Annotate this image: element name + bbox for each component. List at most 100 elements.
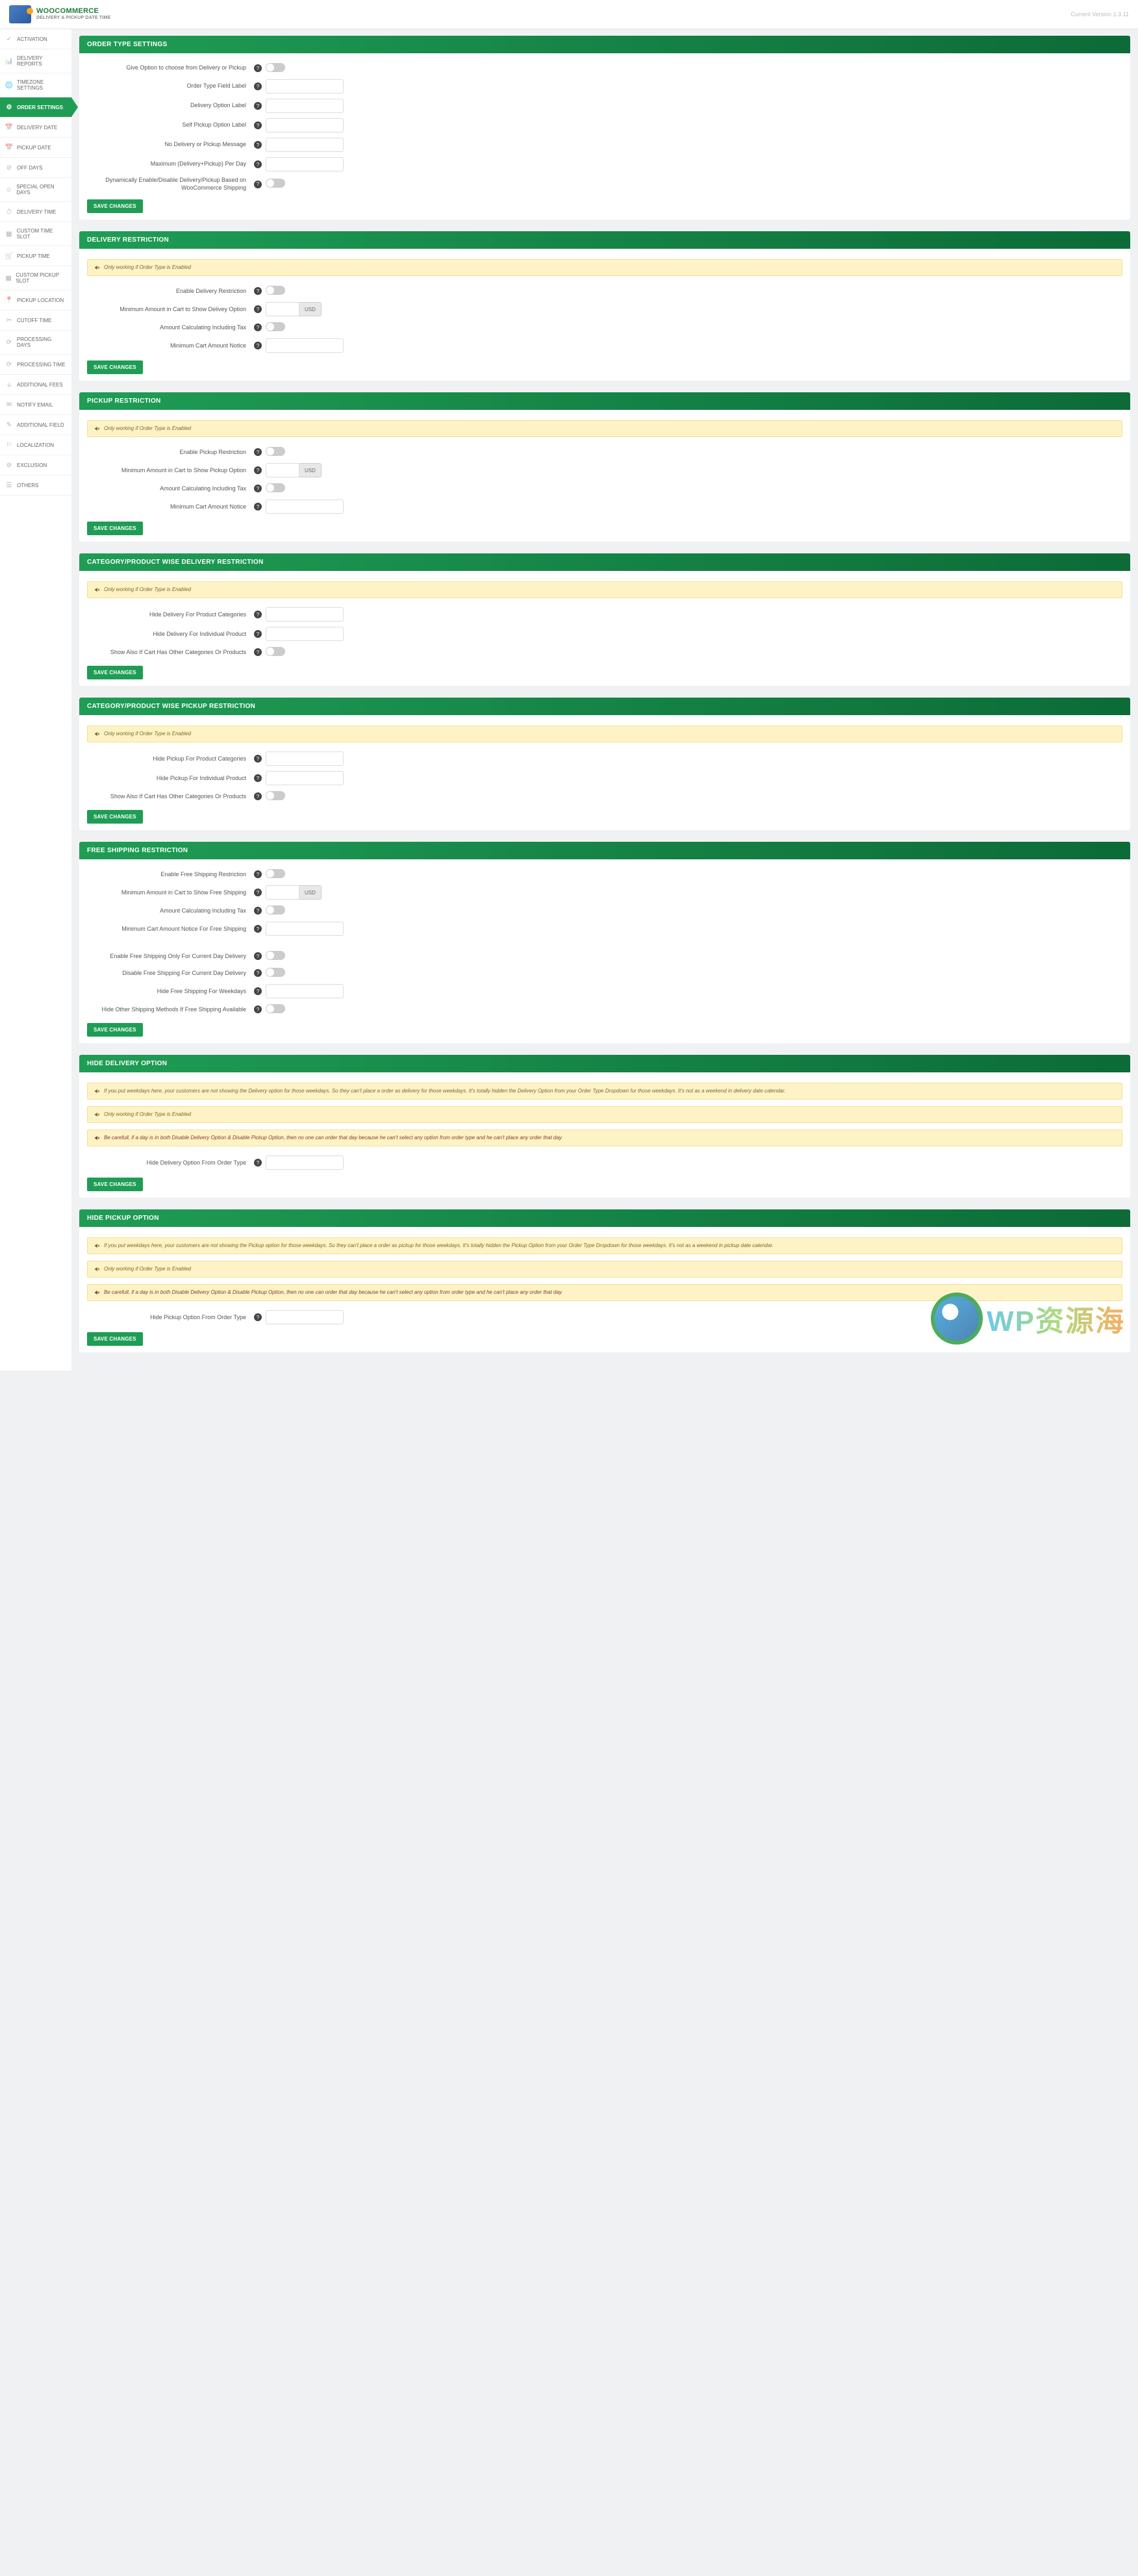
sidebar-item-delivery-reports[interactable]: 📊DELIVERY REPORTS: [0, 49, 71, 73]
help-icon[interactable]: ?: [254, 952, 262, 960]
version-text: Current Version 1.3.11: [1071, 11, 1129, 18]
toggle-switch[interactable]: [266, 951, 285, 960]
nav-icon: 📊: [5, 57, 13, 65]
text-input[interactable]: [266, 627, 344, 641]
help-icon[interactable]: ?: [254, 64, 262, 72]
text-input[interactable]: [266, 99, 344, 113]
help-icon[interactable]: ?: [254, 323, 262, 331]
help-icon[interactable]: ?: [254, 1313, 262, 1321]
save-button[interactable]: SAVE CHANGES: [87, 1332, 143, 1346]
toggle-switch[interactable]: [266, 905, 285, 915]
toggle-switch[interactable]: [266, 447, 285, 456]
help-icon[interactable]: ?: [254, 121, 262, 129]
help-icon[interactable]: ?: [254, 342, 262, 349]
sidebar-item-cutoff-time[interactable]: ✂CUTOFF TIME: [0, 310, 71, 331]
help-icon[interactable]: ?: [254, 141, 262, 149]
text-input[interactable]: [266, 79, 344, 94]
help-icon[interactable]: ?: [254, 1159, 262, 1167]
toggle-switch[interactable]: [266, 286, 285, 295]
help-icon[interactable]: ?: [254, 907, 262, 915]
text-input[interactable]: [266, 607, 344, 622]
text-input[interactable]: [266, 1310, 344, 1324]
text-input[interactable]: [266, 118, 344, 133]
sidebar-item-custom-time-slot[interactable]: ▦CUSTOM TIME SLOT: [0, 222, 71, 246]
toggle-switch[interactable]: [266, 791, 285, 800]
help-icon[interactable]: ?: [254, 466, 262, 474]
sidebar-item-additional-fees[interactable]: ＋ADDITIONAL FEES: [0, 375, 71, 395]
help-icon[interactable]: ?: [254, 774, 262, 782]
help-icon[interactable]: ?: [254, 925, 262, 933]
nav-icon: ☺: [5, 186, 12, 194]
toggle-switch[interactable]: [266, 1004, 285, 1013]
help-icon[interactable]: ?: [254, 102, 262, 110]
form-control: [266, 627, 344, 641]
text-input[interactable]: [266, 338, 344, 353]
sidebar-item-additional-field[interactable]: ✎ADDITIONAL FIELD: [0, 415, 71, 435]
help-icon[interactable]: ?: [254, 611, 262, 618]
text-input[interactable]: [266, 1155, 344, 1170]
text-input[interactable]: [266, 771, 344, 785]
sidebar-item-localization[interactable]: ⚐LOCALIZATION: [0, 435, 71, 455]
amount-input[interactable]: [266, 302, 299, 316]
text-input[interactable]: [266, 157, 344, 171]
help-icon[interactable]: ?: [254, 648, 262, 656]
toggle-switch[interactable]: [266, 869, 285, 878]
save-button[interactable]: SAVE CHANGES: [87, 810, 143, 824]
sidebar-item-pickup-location[interactable]: 📍PICKUP LOCATION: [0, 290, 71, 310]
help-icon[interactable]: ?: [254, 987, 262, 995]
sidebar-item-others[interactable]: ☰OTHERS: [0, 475, 71, 496]
save-button[interactable]: SAVE CHANGES: [87, 522, 143, 535]
help-icon[interactable]: ?: [254, 305, 262, 313]
sidebar-item-notify-email[interactable]: ✉NOTIFY EMAIL: [0, 395, 71, 415]
save-button[interactable]: SAVE CHANGES: [87, 1178, 143, 1191]
help-icon[interactable]: ?: [254, 1005, 262, 1013]
text-input[interactable]: [266, 138, 344, 152]
help-icon[interactable]: ?: [254, 448, 262, 456]
help-icon[interactable]: ?: [254, 969, 262, 977]
sidebar-item-delivery-date[interactable]: 📅DELIVERY DATE: [0, 118, 71, 138]
nav-icon: ▦: [5, 274, 12, 282]
help-icon[interactable]: ?: [254, 287, 262, 295]
toggle-switch[interactable]: [266, 63, 285, 72]
text-input[interactable]: [266, 499, 344, 514]
help-icon[interactable]: ?: [254, 181, 262, 188]
save-button[interactable]: SAVE CHANGES: [87, 1023, 143, 1037]
sidebar-item-processing-time[interactable]: ⟳PROCESSING TIME: [0, 355, 71, 375]
nav-icon: 📅: [5, 123, 13, 131]
sidebar-item-pickup-date[interactable]: 📅PICKUP DATE: [0, 138, 71, 158]
text-input[interactable]: [266, 751, 344, 766]
help-icon[interactable]: ?: [254, 755, 262, 763]
help-icon[interactable]: ?: [254, 889, 262, 896]
sidebar-item-pickup-time[interactable]: 🛒PICKUP TIME: [0, 246, 71, 266]
help-icon[interactable]: ?: [254, 485, 262, 492]
sidebar-item-timezone-settings[interactable]: 🌐TIMEZONE SETTINGS: [0, 73, 71, 97]
form-label: Enable Delivery Restriction: [87, 288, 253, 296]
text-input[interactable]: [266, 984, 344, 998]
toggle-switch[interactable]: [266, 647, 285, 656]
sidebar-item-activation[interactable]: ✓ACTIVATION: [0, 29, 71, 49]
sidebar-item-order-settings[interactable]: ⚙ORDER SETTINGS: [0, 97, 71, 118]
toggle-switch[interactable]: [266, 322, 285, 331]
form-control: [266, 751, 344, 766]
help-icon[interactable]: ?: [254, 503, 262, 511]
save-button[interactable]: SAVE CHANGES: [87, 666, 143, 679]
help-icon[interactable]: ?: [254, 792, 262, 800]
text-input[interactable]: [266, 922, 344, 936]
help-icon[interactable]: ?: [254, 870, 262, 878]
help-icon[interactable]: ?: [254, 82, 262, 90]
sidebar-item-special-open-days[interactable]: ☺SPECIAL OPEN DAYS: [0, 178, 71, 202]
help-icon[interactable]: ?: [254, 160, 262, 168]
sidebar-item-custom-pickup-slot[interactable]: ▦CUSTOM PICKUP SLOT: [0, 266, 71, 290]
toggle-switch[interactable]: [266, 483, 285, 492]
help-icon[interactable]: ?: [254, 630, 262, 638]
sidebar-item-exclusion[interactable]: ⊘EXCLUSION: [0, 455, 71, 475]
amount-input[interactable]: [266, 463, 299, 477]
amount-input[interactable]: [266, 885, 299, 900]
sidebar-item-off-days[interactable]: ⊘OFF DAYS: [0, 158, 71, 178]
toggle-switch[interactable]: [266, 179, 285, 188]
sidebar-item-processing-days[interactable]: ⟳PROCESSING DAYS: [0, 331, 71, 355]
save-button[interactable]: SAVE CHANGES: [87, 199, 143, 213]
save-button[interactable]: SAVE CHANGES: [87, 360, 143, 374]
sidebar-item-delivery-time[interactable]: ⏱DELIVERY TIME: [0, 202, 71, 222]
toggle-switch[interactable]: [266, 968, 285, 977]
